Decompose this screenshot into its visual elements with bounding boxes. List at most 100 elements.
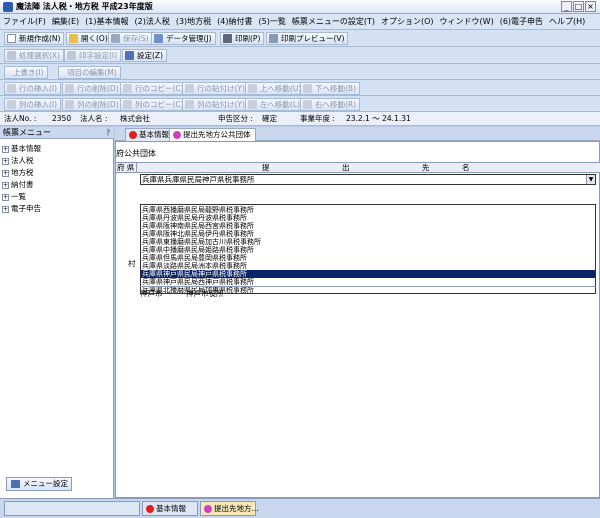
filing-type-label: 申告区分 : [218, 114, 253, 123]
move-left-button[interactable]: 左へ移動(L) [245, 98, 305, 111]
edit-item-button[interactable]: 項目の編集(M) [58, 66, 121, 79]
tree-item-label: 一覧 [11, 192, 26, 201]
menu-options[interactable]: オプション(O) [378, 14, 437, 29]
option-item[interactable]: 兵庫県阪神南県民局西宮県税事務所 [141, 222, 595, 230]
tree-item-local-tax[interactable]: + 地方税 [2, 168, 34, 177]
window-taskbar: 基本情報 提出先地方... [0, 498, 600, 518]
tab-basic-info[interactable]: 基本情報 [125, 128, 174, 141]
delete-row-button[interactable]: 行の削除(D) [62, 82, 123, 95]
insert-column-icon [7, 100, 16, 109]
overwrite-button[interactable]: 上書き(I) [4, 66, 48, 79]
paste-column-icon [185, 100, 194, 109]
row-divider [140, 286, 596, 287]
toolbar-columns: 列の挿入(I) 列の削除(D) 列のコピー(C) 列の貼付け(Y) 左へ移動(L… [0, 96, 600, 112]
copy-row-button[interactable]: 行のコピー(C) [120, 82, 188, 95]
data-manage-button[interactable]: データ管理(J) [151, 32, 216, 45]
print-preview-button[interactable]: 印刷プレビュー(V) [266, 32, 349, 45]
menu-local-tax[interactable]: (3)地方税 [173, 14, 214, 29]
move-right-button[interactable]: 右へ移動(R) [300, 98, 361, 111]
dropdown-arrow-icon[interactable]: ▼ [586, 175, 595, 184]
tab-submission-authority[interactable]: 提出先地方公共団体 [169, 128, 256, 141]
expand-icon[interactable]: + [2, 182, 9, 189]
toolbar-file: 新規作成(N) 開く(O) 保存(S) データ管理(J) 印刷(P) 印刷プレビ… [0, 30, 600, 47]
menu-settings-button[interactable]: メニュー設定 [6, 477, 72, 491]
tree-item-label: 法人税 [11, 156, 34, 165]
menu-file[interactable]: ファイル(F) [0, 14, 49, 29]
taskbar-empty-slot [4, 501, 140, 516]
move-down-button[interactable]: 下へ移動(B) [300, 82, 360, 95]
maximize-button[interactable]: □ [573, 1, 584, 12]
save-label: 保存(S) [123, 34, 149, 43]
menu-edit[interactable]: 編集(E) [49, 14, 82, 29]
print-button[interactable]: 印刷(P) [220, 32, 265, 45]
delete-column-button[interactable]: 列の削除(D) [62, 98, 123, 111]
delete-column-label: 列の削除(D) [77, 100, 119, 109]
move-up-button[interactable]: 上へ移動(U) [245, 82, 306, 95]
database-icon [154, 34, 163, 43]
expand-icon[interactable]: + [2, 170, 9, 177]
paste-row-icon [185, 84, 194, 93]
expand-icon[interactable]: + [2, 194, 9, 201]
menu-basic-info[interactable]: (1)基本情報 [82, 14, 131, 29]
save-button[interactable]: 保存(S) [108, 32, 153, 45]
taskbar-basic-info[interactable]: 基本情報 [142, 501, 198, 516]
close-button[interactable]: × [585, 1, 596, 12]
expand-icon[interactable]: + [2, 146, 9, 153]
tree-item-payment[interactable]: + 納付書 [2, 180, 34, 189]
open-label: 開く(O) [81, 34, 108, 43]
menu-list[interactable]: (5)一覧 [256, 14, 289, 29]
option-item[interactable]: 兵庫県但馬県民局豊岡県税事務所 [141, 254, 595, 262]
paste-row-button[interactable]: 行の貼付け(Y) [182, 82, 249, 95]
new-button[interactable]: 新規作成(N) [4, 32, 65, 45]
taskbar-submission[interactable]: 提出先地方... [200, 501, 259, 516]
expand-icon[interactable]: + [2, 158, 9, 165]
form-content: 府公共団体 府 県 提 出 先 名 兵庫県兵庫県民局神戸県税事務所 ▼ 兵庫県西播… [115, 141, 600, 498]
minimize-button[interactable]: _ [561, 1, 572, 12]
menu-window[interactable]: ウィンドウ(W) [437, 14, 497, 29]
print-setting-button[interactable]: 印字設定(I) [64, 49, 122, 62]
menu-form-settings[interactable]: 帳票メニューの設定(T) [289, 14, 378, 29]
option-item[interactable]: 兵庫県阪神北県民局伊丹県税事務所 [141, 230, 595, 238]
menu-help[interactable]: ヘルプ(H) [546, 14, 588, 29]
option-item[interactable]: 兵庫県淡路県民局洲本県税事務所 [141, 262, 595, 270]
dropdown-value: 兵庫県兵庫県民局神戸県税事務所 [142, 175, 255, 184]
preview-icon [269, 34, 278, 43]
pink-dot-icon [173, 131, 181, 139]
form-menu-title: 帳票メニュー ᚹ [0, 127, 114, 139]
paste-column-button[interactable]: 列の貼付け(Y) [182, 98, 249, 111]
tree-item-list[interactable]: + 一覧 [2, 192, 26, 201]
tree-item-e-filing[interactable]: + 電子申告 [2, 204, 41, 213]
new-label: 新規作成(N) [19, 34, 61, 43]
tree-item-basic-info[interactable]: + 基本情報 [2, 144, 41, 153]
insert-column-button[interactable]: 列の挿入(I) [4, 98, 62, 111]
option-item[interactable]: 兵庫県神戸県民局西神戸県税事務所 [141, 278, 595, 286]
option-item-selected[interactable]: 兵庫県神戸県民局神戸県税事務所 [141, 270, 595, 278]
select-process-button[interactable]: 処理選択(X) [4, 49, 64, 62]
menu-corp-tax[interactable]: (2)法人税 [131, 14, 172, 29]
insert-row-button[interactable]: 行の挿入(I) [4, 82, 62, 95]
option-item[interactable]: 兵庫県西播磨県民局龍野県税事務所 [141, 206, 595, 214]
copy-column-button[interactable]: 列のコピー(C) [120, 98, 188, 111]
tree-item-label: 地方税 [11, 168, 34, 177]
option-item[interactable]: 兵庫県中播磨県民局姫路県税事務所 [141, 246, 595, 254]
filing-type-value: 確定 [262, 114, 277, 123]
tree-item-label: 納付書 [11, 180, 34, 189]
delete-column-icon [65, 100, 74, 109]
open-button[interactable]: 開く(O) [66, 32, 112, 45]
expand-icon[interactable]: + [2, 206, 9, 213]
copy-row-label: 行のコピー(C) [135, 84, 184, 93]
tree-item-corp-tax[interactable]: + 法人税 [2, 156, 34, 165]
disk-icon [111, 34, 120, 43]
document-area: 基本情報 提出先地方公共団体 府公共団体 府 県 提 出 先 名 兵庫県兵庫県民… [115, 127, 600, 498]
menu-payment[interactable]: (4)納付書 [214, 14, 255, 29]
print-setting-icon [67, 51, 76, 60]
settings-button[interactable]: 設定(Z) [122, 49, 167, 62]
menu-settings-icon [11, 480, 20, 488]
option-item[interactable]: 兵庫県丹波県民局丹波県税事務所 [141, 214, 595, 222]
menu-e-filing[interactable]: (6)電子申告 [497, 14, 546, 29]
pin-icon[interactable]: ᚹ [106, 127, 111, 138]
authority-dropdown[interactable]: 兵庫県兵庫県民局神戸県税事務所 ▼ [140, 174, 596, 185]
option-item[interactable]: 兵庫県東播磨県民局加古川県税事務所 [141, 238, 595, 246]
move-up-label: 上へ移動(U) [260, 84, 302, 93]
copy-row-icon [123, 84, 132, 93]
